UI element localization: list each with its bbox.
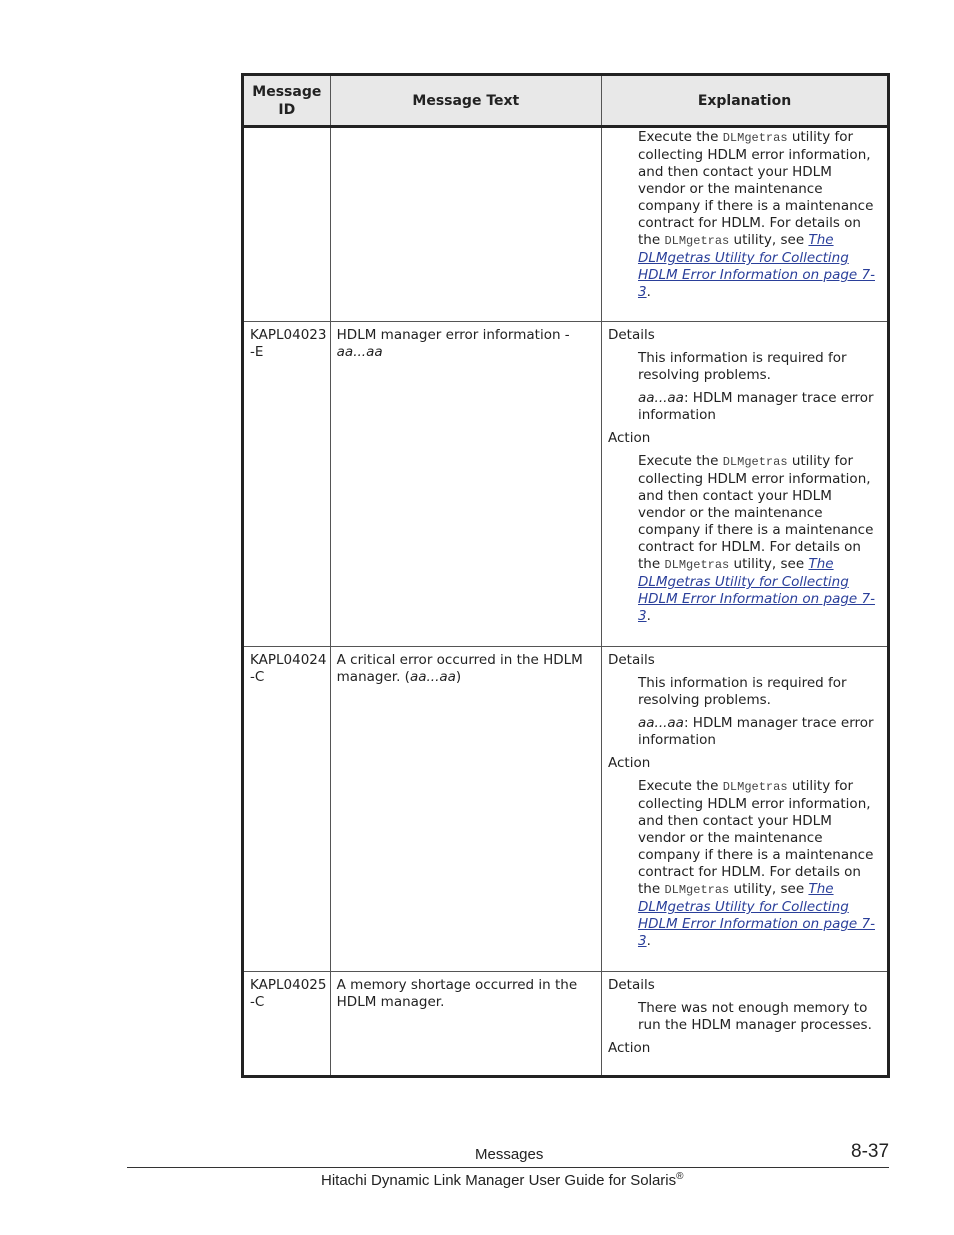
header-message-text: Message Text — [329, 74, 602, 128]
details-paragraph: aa...aa: HDLM manager trace error inform… — [638, 715, 882, 749]
action-text: utility for collecting HDLM error inform… — [637, 778, 874, 897]
details-paragraph: aa...aa: HDLM manager trace error inform… — [638, 390, 882, 424]
document-title: Hitachi Dynamic Link Manager User Guide … — [321, 1171, 684, 1189]
message-variable: aa...aa — [336, 344, 383, 360]
explanation-cell: Details This information is required for … — [600, 321, 890, 647]
command-name: DLMgetras — [664, 883, 730, 897]
action-paragraph: Execute the DLMgetras utility for collec… — [638, 129, 882, 301]
table-row: KAPL04025 -C A memory shortage occurred i… — [242, 971, 890, 1077]
action-text: utility, see — [729, 556, 809, 572]
details-label: Details — [607, 977, 655, 993]
message-variable: aa...aa — [409, 669, 456, 685]
table-row: KAPL04023 -E HDLM manager error informati… — [242, 321, 890, 647]
explanation-cell: Details This information is required for … — [600, 646, 890, 972]
command-name: DLMgetras — [722, 455, 788, 469]
message-id-cell: KAPL04024 -C — [242, 646, 331, 972]
details-text: There was not enough memory to run the H… — [637, 1000, 872, 1033]
command-name: DLMgetras — [722, 131, 788, 145]
action-paragraph: Execute the DLMgetras utility for collec… — [638, 778, 882, 950]
action-text: utility, see — [729, 881, 809, 897]
details-label: Details — [607, 327, 655, 343]
message-text-cell: A critical error occurred in the HDLM ma… — [329, 646, 602, 972]
action-text: Execute the — [637, 129, 723, 145]
footer-section: Messages — [475, 1146, 544, 1163]
details-paragraph: There was not enough memory to run the H… — [638, 1000, 882, 1034]
messages-table: Message ID Message Text Explanation Exec… — [241, 73, 890, 1078]
message-text-cell: A memory shortage occurred in the HDLM m… — [329, 971, 602, 1077]
details-paragraph: This information is required for resolvi… — [638, 350, 882, 384]
action-text: Execute the — [637, 778, 723, 794]
details-text: This information is required for resolvi… — [637, 350, 847, 383]
action-text: . — [646, 284, 651, 300]
message-id-cell: KAPL04023 -E — [242, 321, 331, 647]
footer-divider — [127, 1167, 889, 1168]
command-name: DLMgetras — [664, 558, 730, 572]
action-text: utility for collecting HDLM error inform… — [637, 453, 874, 572]
action-text: utility, see — [729, 232, 809, 248]
action-text: utility for collecting HDLM error inform… — [637, 129, 874, 248]
details-label: Details — [607, 652, 655, 668]
details-variable: aa...aa — [637, 390, 684, 406]
page-number: 8-37 — [851, 1141, 890, 1162]
details-text: This information is required for resolvi… — [637, 675, 847, 708]
message-text-cell: HDLM manager error information - aa...aa — [329, 321, 602, 647]
message-text-suffix: ) — [455, 669, 462, 685]
message-text-cell — [329, 126, 602, 322]
command-name: DLMgetras — [664, 234, 730, 248]
table-body: Execute the DLMgetras utility for collec… — [242, 126, 890, 1077]
action-label: Action — [607, 430, 651, 446]
header-explanation: Explanation — [600, 74, 890, 128]
table-row: Execute the DLMgetras utility for collec… — [242, 126, 890, 322]
message-id-cell: KAPL04025 -C — [242, 971, 331, 1077]
details-variable: aa...aa — [637, 715, 684, 731]
table-row: KAPL04024 -C A critical error occurred in… — [242, 646, 890, 972]
action-label: Action — [607, 1040, 651, 1056]
command-name: DLMgetras — [722, 780, 788, 794]
header-message-id: Message ID — [242, 74, 331, 128]
action-text: Execute the — [637, 453, 723, 469]
action-text: . — [646, 933, 651, 949]
message-text: A memory shortage occurred in the HDLM m… — [336, 977, 578, 1010]
registered-mark: ® — [676, 1171, 684, 1182]
action-text: . — [646, 608, 651, 624]
details-paragraph: This information is required for resolvi… — [638, 675, 882, 709]
action-label: Action — [607, 755, 651, 771]
explanation-cell: Details There was not enough memory to ru… — [600, 971, 890, 1077]
explanation-cell: Execute the DLMgetras utility for collec… — [600, 126, 890, 322]
table-header-row: Message ID Message Text Explanation — [242, 74, 890, 128]
message-text: HDLM manager error information - — [336, 327, 570, 343]
action-paragraph: Execute the DLMgetras utility for collec… — [638, 453, 882, 625]
message-id-cell — [242, 126, 331, 322]
